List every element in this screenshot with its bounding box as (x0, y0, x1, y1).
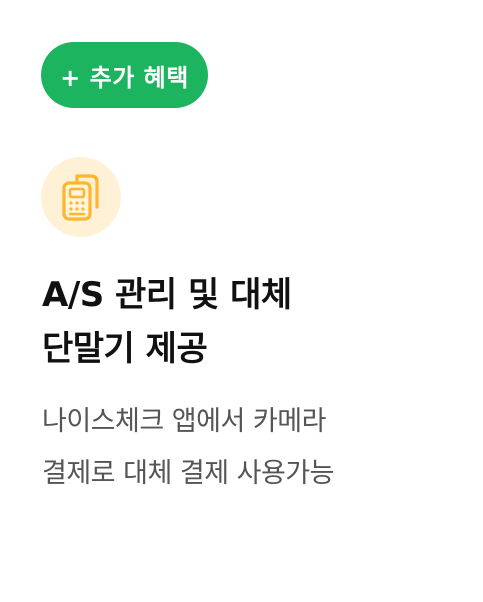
feature-description: 나이스체크 앱에서 카메라 결제로 대체 결제 사용가능 (42, 396, 472, 500)
additional-benefit-badge: + 추가 혜택 (41, 42, 208, 108)
card-terminal-icon-graphic (62, 174, 99, 221)
feature-title-line-2: 단말기 제공 (42, 329, 208, 369)
card-terminal-icon (41, 157, 121, 237)
feature-description-line-1: 나이스체크 앱에서 카메라 (42, 406, 326, 437)
feature-description-line-2: 결제로 대체 결제 사용가능 (42, 458, 335, 489)
feature-title-line-1: A/S 관리 및 대체 (42, 275, 292, 315)
benefit-card: + 추가 혜택 A/S 관리 및 대체 단말기 제공 나이스체크 앱에서 카메라… (0, 0, 483, 602)
feature-title: A/S 관리 및 대체 단말기 제공 (42, 268, 462, 376)
